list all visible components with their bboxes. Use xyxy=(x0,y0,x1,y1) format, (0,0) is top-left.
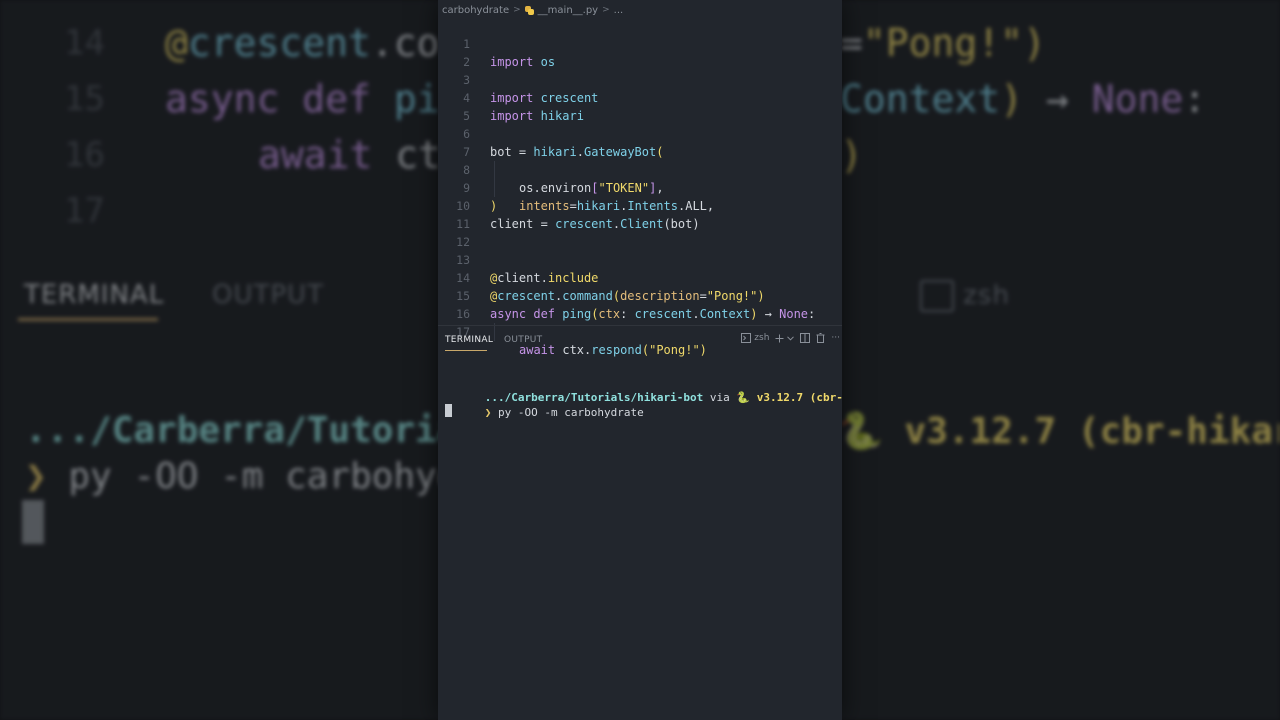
tab-terminal[interactable]: TERMINAL xyxy=(445,335,493,345)
python-file-icon xyxy=(524,5,534,15)
split-icon[interactable] xyxy=(800,333,811,343)
code-line: 2 xyxy=(438,35,842,69)
backdrop-cursor xyxy=(22,500,44,544)
terminal-cursor xyxy=(445,404,452,417)
code-line: 7 os.environ["TOKEN"], xyxy=(438,125,842,195)
chevron-right-icon: > xyxy=(513,5,521,15)
vscode-panel: carbohydrate > __main__.py > ... 1 impor… xyxy=(438,0,842,720)
terminal-icon xyxy=(741,333,752,343)
code-line: 9 ) xyxy=(438,161,842,213)
code-line: 16 await ctx.respond("Pong!") xyxy=(438,287,842,357)
code-line: 15 async def ping(ctx: crescent.Context)… xyxy=(438,269,842,321)
chevron-right-icon: > xyxy=(602,5,610,15)
shell-selector[interactable]: zsh xyxy=(741,333,769,343)
code-line: 8 intents=hikari.Intents.ALL, xyxy=(438,143,842,213)
code-line: 10 client = crescent.Client(bot) xyxy=(438,179,842,231)
code-line: 14 @crescent.command(description="Pong!"… xyxy=(438,251,842,303)
python-version: v3.12.7 (cbr-hikari xyxy=(756,391,842,404)
active-tab-indicator xyxy=(445,350,487,351)
tab-output[interactable]: OUTPUT xyxy=(504,335,542,345)
code-line: 5 xyxy=(438,89,842,123)
code-line: 3 import crescent xyxy=(438,53,842,105)
code-line: 6 bot = hikari.GatewayBot( xyxy=(438,107,842,159)
ellipsis-icon[interactable]: ··· xyxy=(831,333,840,343)
code-line: 4 import hikari xyxy=(438,71,842,123)
code-line: 1 import os xyxy=(438,17,842,69)
terminal-output[interactable]: .../Carberra/Tutorials/hikari-bot via 🐍 … xyxy=(438,353,842,720)
terminal-command-line: ❯ py -OO -m carbohydrate xyxy=(445,390,644,419)
code-line: 17 xyxy=(438,305,842,339)
shell-name: zsh xyxy=(754,333,770,343)
chevron-down-icon[interactable] xyxy=(787,335,795,341)
code-editor[interactable]: 1 import os 2 3 import crescent 4 import… xyxy=(438,17,842,357)
breadcrumb-folder[interactable]: carbohydrate xyxy=(442,5,509,16)
terminal-command: py -OO -m carbohydrate xyxy=(498,406,644,419)
python-icon: 🐍 xyxy=(736,391,751,404)
breadcrumb-symbol[interactable]: ... xyxy=(614,5,624,16)
terminal-panel-header: TERMINAL OUTPUT zsh ··· xyxy=(438,325,842,354)
plus-icon xyxy=(775,334,784,342)
prompt-symbol: ❯ xyxy=(484,406,492,419)
new-terminal-button[interactable] xyxy=(775,334,795,343)
terminal-prompt-line: .../Carberra/Tutorials/hikari-bot via 🐍 … xyxy=(445,375,842,404)
code-line: 11 xyxy=(438,197,842,231)
trash-icon[interactable] xyxy=(816,333,825,343)
code-line: 13 @client.include xyxy=(438,233,842,285)
breadcrumb: carbohydrate > __main__.py > ... xyxy=(442,3,623,17)
backdrop-prompt-version: 🐍 v3.12.7 (cbr-hikari xyxy=(838,411,1280,452)
breadcrumb-file[interactable]: __main__.py xyxy=(538,5,598,16)
terminal-toolbar: zsh ··· xyxy=(741,333,840,343)
code-line: 12 xyxy=(438,215,842,249)
